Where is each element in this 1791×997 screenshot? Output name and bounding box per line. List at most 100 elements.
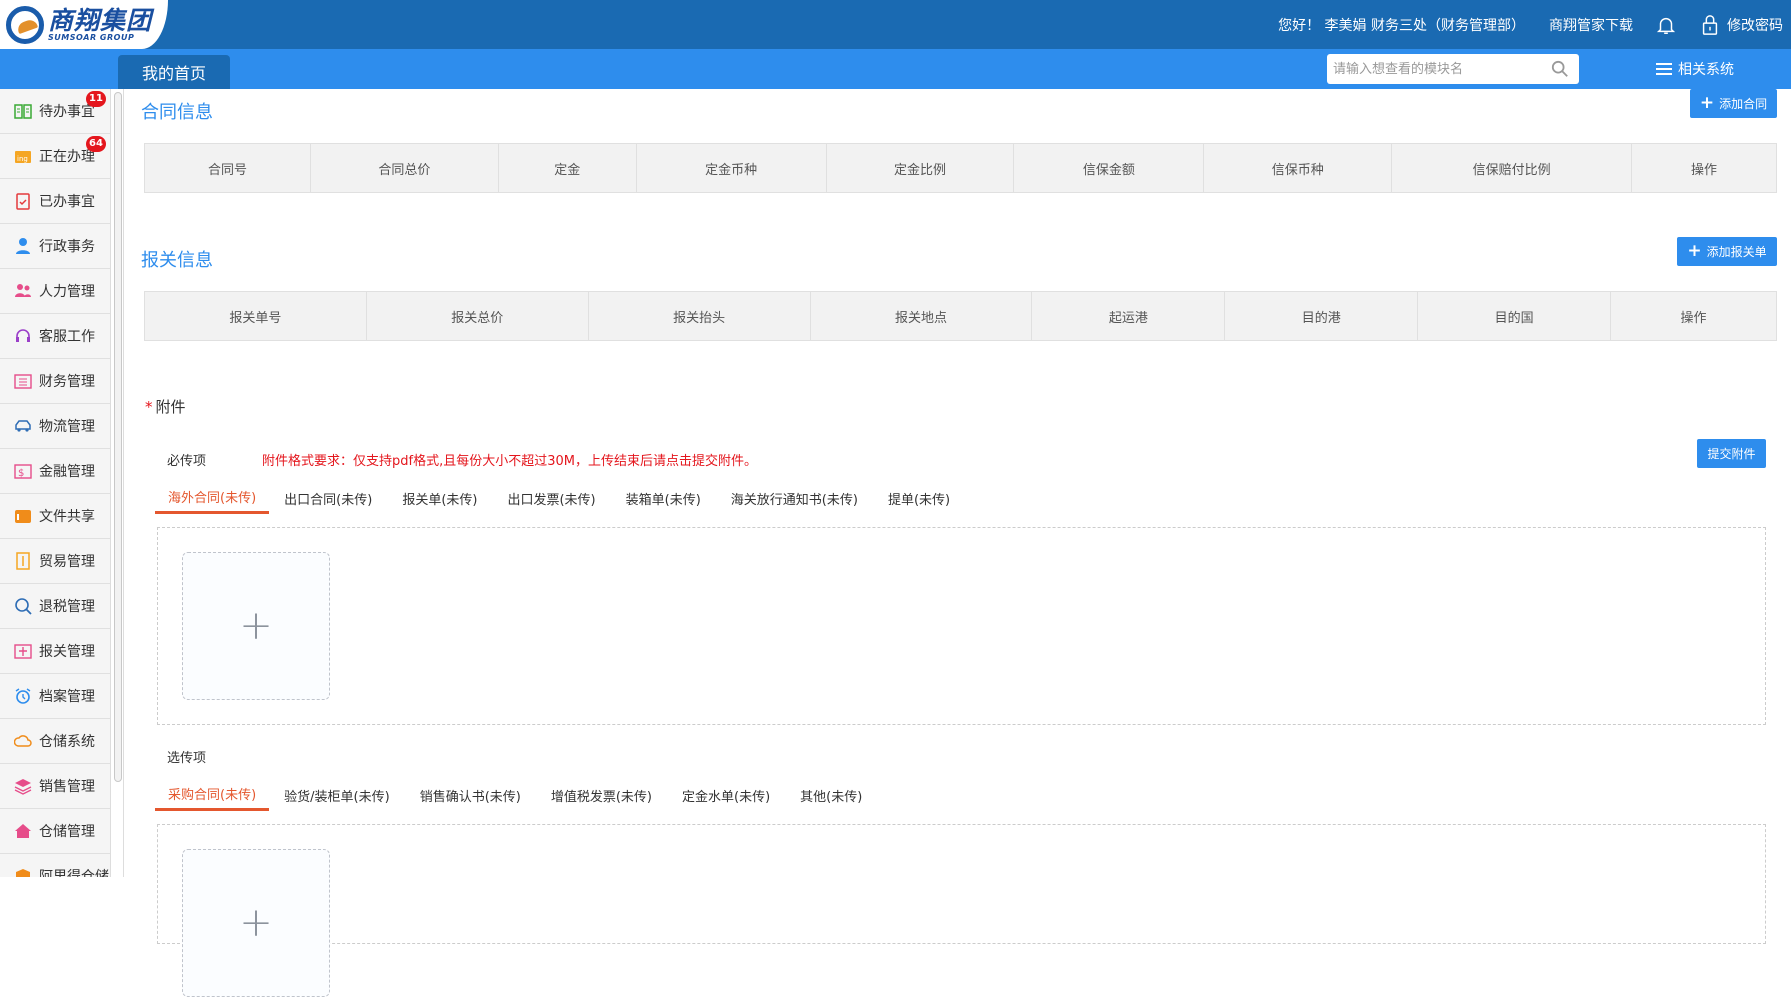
attachments-title: * 附件 bbox=[145, 398, 186, 416]
add-customs-button[interactable]: + 添加报关单 bbox=[1677, 237, 1777, 266]
change-password-link[interactable]: 修改密码 bbox=[1727, 15, 1783, 35]
company-logo[interactable]: 商翔集团 SUMSOAR GROUP bbox=[0, 0, 168, 49]
contract-table-header: 合同号 合同总价 定金 定金币种 定金比例 信保金额 信保币种 信保赔付比例 操作 bbox=[144, 143, 1777, 193]
sidebar-item[interactable]: 待办事宜 11 bbox=[0, 89, 110, 134]
column-header: 操作 bbox=[1610, 291, 1777, 341]
column-header: 报关总价 bbox=[365, 291, 589, 341]
attachment-tab[interactable]: 报关单(未传) bbox=[387, 482, 492, 514]
sidebar-item-label: 退税管理 bbox=[39, 599, 95, 615]
document-icon bbox=[14, 552, 32, 570]
sidebar-item-label: 人力管理 bbox=[39, 284, 95, 300]
clipboard-check-icon bbox=[14, 192, 32, 210]
attachment-tab[interactable]: 装箱单(未传) bbox=[611, 482, 716, 514]
column-header: 报关地点 bbox=[809, 291, 1033, 341]
alarm-clock-icon bbox=[14, 687, 32, 705]
sidebar-item-label: 销售管理 bbox=[39, 779, 95, 795]
related-systems-label: 相关系统 bbox=[1678, 62, 1734, 78]
optional-tabs: 采购合同(未传) 验货/装柜单(未传) 销售确认书(未传) 增值税发票(未传) 定金水单… bbox=[155, 779, 877, 811]
customs-table: 报关单号 报关总价 报关抬头 报关地点 起运港 目的港 目的国 操作 bbox=[144, 291, 1777, 341]
sidebar-item[interactable]: 销售管理 bbox=[0, 764, 110, 809]
sidebar-item[interactable]: $ 金融管理 bbox=[0, 449, 110, 494]
column-header: 信保金额 bbox=[1013, 143, 1205, 193]
sidebar-scrollbar-thumb[interactable] bbox=[114, 92, 122, 782]
column-header: 合同号 bbox=[144, 143, 311, 193]
user-greeting: 您好！ 李美娟 财务三处（财务管理部） bbox=[1278, 17, 1525, 34]
attachment-tab[interactable]: 增值税发票(未传) bbox=[536, 779, 667, 811]
warehouse-cloud-icon bbox=[14, 732, 32, 750]
sidebar-item[interactable]: 已办事宜 bbox=[0, 179, 110, 224]
attachment-tab[interactable]: 海外合同(未传) bbox=[155, 482, 270, 514]
attachment-tab[interactable]: 定金水单(未传) bbox=[667, 779, 785, 811]
tab-home[interactable]: 我的首页 bbox=[118, 55, 230, 89]
sidebar-item[interactable]: ing 正在办理 64 bbox=[0, 134, 110, 179]
logo-cn-text: 商翔集团 bbox=[48, 5, 153, 35]
contract-section-title: 合同信息 bbox=[141, 102, 213, 123]
column-header: 定金比例 bbox=[825, 143, 1015, 193]
sidebar-item-label: 行政事务 bbox=[39, 239, 95, 255]
search-input[interactable] bbox=[1327, 55, 1537, 83]
sidebar-item[interactable]: 贸易管理 bbox=[0, 539, 110, 584]
sidebar-item-label: 贸易管理 bbox=[39, 554, 95, 570]
sidebar-item[interactable]: 仓储管理 bbox=[0, 809, 110, 854]
column-header: 操作 bbox=[1631, 143, 1777, 193]
nav-bar: 我的首页 相关系统 bbox=[0, 49, 1791, 89]
plus-icon: + bbox=[239, 900, 273, 946]
attachment-tab[interactable]: 销售确认书(未传) bbox=[405, 779, 536, 811]
sidebar-item-label: 正在办理 bbox=[39, 149, 95, 165]
upload-button[interactable]: + bbox=[182, 849, 330, 997]
sidebar-item[interactable]: 人力管理 bbox=[0, 269, 110, 314]
sidebar-item-label: 阿里得仓储 bbox=[39, 869, 109, 877]
attachment-tab[interactable]: 提单(未传) bbox=[873, 482, 965, 514]
sidebar-item[interactable]: 档案管理 bbox=[0, 674, 110, 719]
plus-icon: + bbox=[239, 603, 273, 649]
attachment-tab[interactable]: 其他(未传) bbox=[785, 779, 877, 811]
sidebar-item-label: 物流管理 bbox=[39, 419, 95, 435]
sidebar-item-label: 报关管理 bbox=[39, 644, 95, 660]
attachment-tab[interactable]: 验货/装柜单(未传) bbox=[269, 779, 405, 811]
column-header: 信保赔付比例 bbox=[1391, 143, 1633, 193]
column-header: 报关抬头 bbox=[587, 291, 811, 341]
headset-icon bbox=[14, 327, 32, 345]
required-tabs: 海外合同(未传) 出口合同(未传) 报关单(未传) 出口发票(未传) 装箱单(未传) 海关… bbox=[155, 482, 965, 514]
sidebar-item[interactable]: 客服工作 bbox=[0, 314, 110, 359]
search-icon[interactable] bbox=[1551, 60, 1569, 78]
customs-section-title: 报关信息 bbox=[141, 250, 213, 271]
sidebar-item[interactable]: 阿里得仓储 bbox=[0, 854, 110, 877]
sidebar-item-label: 仓储管理 bbox=[39, 824, 95, 840]
contract-table: 合同号 合同总价 定金 定金币种 定金比例 信保金额 信保币种 信保赔付比例 操作 bbox=[144, 143, 1777, 193]
submit-attachments-button[interactable]: 提交附件 bbox=[1697, 439, 1766, 468]
person-icon bbox=[14, 237, 32, 255]
sidebar-item[interactable]: 物流管理 bbox=[0, 404, 110, 449]
required-label: 必传项 bbox=[167, 454, 207, 469]
module-search bbox=[1327, 54, 1579, 84]
svg-text:ing: ing bbox=[17, 155, 28, 163]
column-header: 合同总价 bbox=[309, 143, 499, 193]
add-contract-button[interactable]: + 添加合同 bbox=[1690, 89, 1777, 118]
attachment-tab[interactable]: 海关放行通知书(未传) bbox=[716, 482, 873, 514]
sidebar-item-label: 金融管理 bbox=[39, 464, 95, 480]
lock-icon[interactable] bbox=[1701, 14, 1719, 36]
column-header: 报关单号 bbox=[144, 291, 367, 341]
attachment-tab[interactable]: 出口合同(未传) bbox=[269, 482, 387, 514]
sidebar-item[interactable]: 文件共享 bbox=[0, 494, 110, 539]
sidebar-item[interactable]: 财务管理 bbox=[0, 359, 110, 404]
sidebar-item[interactable]: 报关管理 bbox=[0, 629, 110, 674]
sidebar-item[interactable]: 仓储系统 bbox=[0, 719, 110, 764]
app-download-link[interactable]: 商翔管家下载 bbox=[1549, 15, 1633, 35]
menu-icon bbox=[1656, 63, 1672, 75]
people-icon bbox=[14, 282, 32, 300]
attachment-tab[interactable]: 出口发票(未传) bbox=[492, 482, 610, 514]
optional-label: 选传项 bbox=[167, 751, 207, 766]
related-systems-button[interactable]: 相关系统 bbox=[1656, 49, 1734, 89]
sidebar-item-label: 档案管理 bbox=[39, 689, 95, 705]
upload-button[interactable]: + bbox=[182, 552, 330, 700]
book-icon bbox=[14, 102, 32, 120]
sidebar: 待办事宜 11 ing 正在办理 64 已办事宜 行政事务 人力管理 客服工作 财务管理 物流管理 $… bbox=[0, 89, 111, 877]
sidebar-item-label: 客服工作 bbox=[39, 329, 95, 345]
logo-mark-icon bbox=[6, 5, 44, 44]
sidebar-item[interactable]: 退税管理 bbox=[0, 584, 110, 629]
sidebar-item[interactable]: 行政事务 bbox=[0, 224, 110, 269]
bell-icon[interactable] bbox=[1655, 14, 1677, 36]
customs-icon bbox=[14, 642, 32, 660]
attachment-tab[interactable]: 采购合同(未传) bbox=[155, 779, 270, 811]
